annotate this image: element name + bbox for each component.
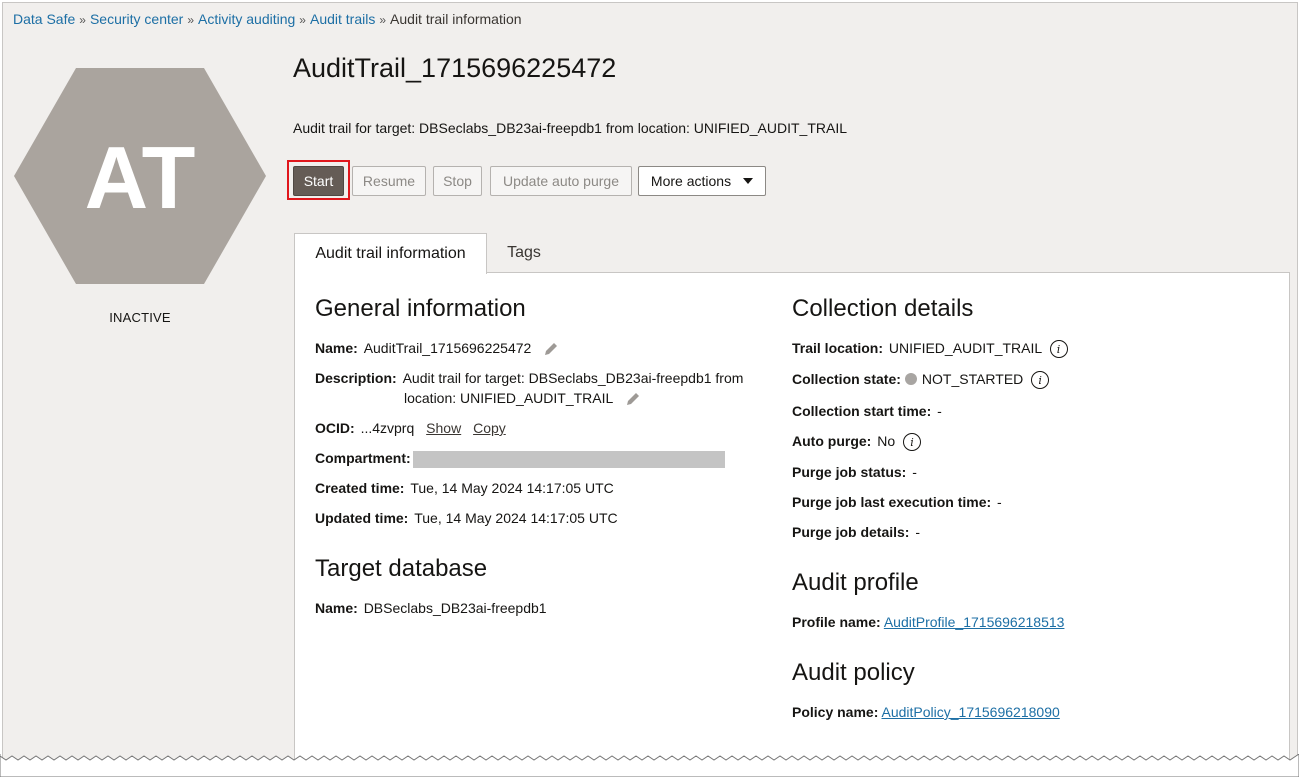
collection-details-heading: Collection details xyxy=(792,295,974,322)
updated-value: Tue, 14 May 2024 14:17:05 UTC xyxy=(414,510,618,526)
torn-edge xyxy=(0,754,1299,777)
general-information-heading: General information xyxy=(315,295,526,322)
page-subtitle: Audit trail for target: DBSeclabs_DB23ai… xyxy=(293,120,848,136)
target-name-value: DBSeclabs_DB23ai-freepdb1 xyxy=(363,600,547,616)
policy-name-label: Policy name: xyxy=(792,704,879,720)
collection-state-row: Collection state: NOT_STARTED i xyxy=(792,371,1050,390)
policy-name-row: Policy name: AuditPolicy_1715696218090 xyxy=(792,704,1060,720)
compartment-value-redacted xyxy=(412,450,725,468)
created-value: Tue, 14 May 2024 14:17:05 UTC xyxy=(410,480,614,496)
trail-location-label: Trail location: xyxy=(792,340,884,356)
profile-name-label: Profile name: xyxy=(792,614,881,630)
resume-button[interactable]: Resume xyxy=(352,166,426,196)
description-value-line2: location: UNIFIED_AUDIT_TRAIL xyxy=(404,390,613,406)
update-auto-purge-button[interactable]: Update auto purge xyxy=(490,166,632,196)
breadcrumb: Data Safe» Security center» Activity audit… xyxy=(13,11,522,27)
collection-start-time-label: Collection start time: xyxy=(792,403,932,419)
target-name-label: Name: xyxy=(315,600,358,616)
name-value: AuditTrail_1715696225472 xyxy=(363,340,532,356)
status-label: INACTIVE xyxy=(109,310,171,325)
page-title: AuditTrail_1715696225472 xyxy=(293,53,617,83)
breadcrumb-data-safe[interactable]: Data Safe xyxy=(13,11,75,27)
purge-job-last-execution-row: Purge job last execution time: - xyxy=(792,494,1002,510)
info-icon[interactable]: i xyxy=(1031,371,1050,390)
info-icon[interactable]: i xyxy=(903,433,922,452)
purge-job-details-label: Purge job details: xyxy=(792,524,910,540)
purge-job-details-value: - xyxy=(915,524,921,540)
policy-name-link[interactable]: AuditPolicy_1715696218090 xyxy=(882,704,1060,720)
tab-panel: General information Name: AuditTrail_171… xyxy=(294,272,1290,760)
breadcrumb-separator: » xyxy=(379,13,387,27)
ocid-show-link[interactable]: Show xyxy=(426,420,461,436)
profile-name-row: Profile name: AuditProfile_1715696218513 xyxy=(792,614,1064,630)
resource-badge: AT xyxy=(14,68,266,284)
stop-button[interactable]: Stop xyxy=(433,166,482,196)
ocid-value: ...4zvprq xyxy=(360,420,415,436)
badge-initials: AT xyxy=(85,128,196,227)
breadcrumb-audit-trails[interactable]: Audit trails xyxy=(310,11,375,27)
trail-location-row: Trail location: UNIFIED_AUDIT_TRAIL i xyxy=(792,340,1068,359)
ocid-label: OCID: xyxy=(315,420,355,436)
chevron-down-icon xyxy=(743,178,754,184)
compartment-row: Compartment: xyxy=(315,450,725,468)
created-label: Created time: xyxy=(315,480,405,496)
pencil-icon[interactable] xyxy=(625,391,641,407)
purge-job-status-value: - xyxy=(912,464,917,480)
ocid-row: OCID: ...4zvprq Show Copy xyxy=(315,420,506,436)
name-label: Name: xyxy=(315,340,358,356)
compartment-label: Compartment: xyxy=(315,450,411,466)
breadcrumb-current: Audit trail information xyxy=(390,11,522,27)
more-actions-label: More actions xyxy=(650,173,732,189)
purge-job-status-label: Purge job status: xyxy=(792,464,907,480)
audit-profile-heading: Audit profile xyxy=(792,569,919,596)
breadcrumb-separator: » xyxy=(299,13,306,27)
tab-tags[interactable]: Tags xyxy=(489,233,559,273)
more-actions-button[interactable]: More actions xyxy=(638,166,766,196)
pencil-icon[interactable] xyxy=(543,341,559,357)
profile-name-link[interactable]: AuditProfile_1715696218513 xyxy=(884,614,1065,630)
purge-job-details-row: Purge job details: - xyxy=(792,524,920,540)
description-row: Description: Audit trail for target: DBS… xyxy=(315,370,743,386)
updated-label: Updated time: xyxy=(315,510,409,526)
tab-audit-trail-information[interactable]: Audit trail information xyxy=(294,233,487,274)
target-database-heading: Target database xyxy=(315,555,488,582)
name-row: Name: AuditTrail_1715696225472 xyxy=(315,340,559,357)
purge-job-status-row: Purge job status: - xyxy=(792,464,917,480)
updated-row: Updated time: Tue, 14 May 2024 14:17:05 … xyxy=(315,510,618,526)
collection-start-time-row: Collection start time: - xyxy=(792,403,942,419)
breadcrumb-security-center[interactable]: Security center xyxy=(90,11,183,27)
auto-purge-row: Auto purge: No i xyxy=(792,433,922,452)
start-button[interactable]: Start xyxy=(293,166,344,196)
page-frame: Data Safe» Security center» Activity audit… xyxy=(2,2,1298,761)
status-dot-icon xyxy=(904,373,917,386)
info-icon[interactable]: i xyxy=(1049,340,1068,359)
audit-policy-heading: Audit policy xyxy=(792,659,915,686)
created-row: Created time: Tue, 14 May 2024 14:17:05 … xyxy=(315,480,614,496)
breadcrumb-separator: » xyxy=(79,13,86,27)
description-row-continued: location: UNIFIED_AUDIT_TRAIL xyxy=(404,390,641,407)
collection-state-label: Collection state: xyxy=(792,371,901,387)
description-value-line1: Audit trail for target: DBSeclabs_DB23ai… xyxy=(402,370,744,386)
purge-job-last-execution-label: Purge job last execution time: xyxy=(792,494,992,510)
breadcrumb-activity-auditing[interactable]: Activity auditing xyxy=(198,11,295,27)
description-label: Description: xyxy=(315,370,397,386)
auto-purge-label: Auto purge: xyxy=(792,433,872,449)
auto-purge-value: No xyxy=(877,433,896,449)
target-name-row: Name: DBSeclabs_DB23ai-freepdb1 xyxy=(315,600,547,616)
collection-start-time-value: - xyxy=(937,403,942,419)
breadcrumb-separator: » xyxy=(187,13,195,27)
purge-job-last-execution-value: - xyxy=(997,494,1002,510)
collection-state-value: NOT_STARTED xyxy=(921,371,1024,387)
ocid-copy-link[interactable]: Copy xyxy=(473,420,506,436)
trail-location-value: UNIFIED_AUDIT_TRAIL xyxy=(888,340,1042,356)
